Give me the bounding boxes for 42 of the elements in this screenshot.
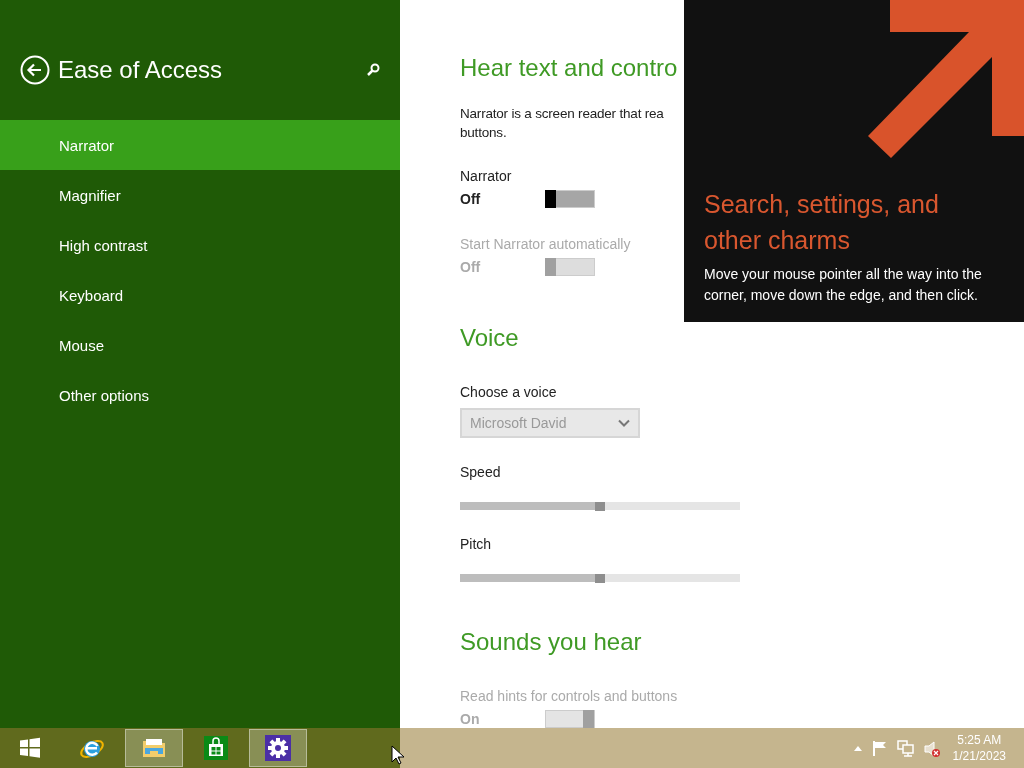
- toggle-switch[interactable]: [545, 190, 595, 208]
- toggle-state: Off: [460, 191, 482, 207]
- store-icon: [203, 735, 229, 761]
- setting-label: Speed: [460, 464, 501, 482]
- slider-thumb[interactable]: [595, 574, 605, 583]
- setting-label: Choose a voice: [460, 384, 557, 402]
- slider-track[interactable]: [460, 574, 740, 582]
- taskbar-button[interactable]: [249, 729, 307, 767]
- flag-icon[interactable]: [871, 740, 887, 756]
- arrow-icon: [868, 0, 1024, 158]
- section-heading: Hear text and contro: [460, 54, 678, 83]
- nav-item[interactable]: Keyboard: [0, 270, 400, 320]
- description-text: buttons.: [460, 124, 508, 142]
- setting-label: Pitch: [460, 536, 492, 554]
- chevron-down-icon: [618, 419, 630, 427]
- toggle-switch[interactable]: [545, 710, 595, 728]
- muted-speaker-icon[interactable]: [923, 739, 941, 757]
- toggle-state: Off: [460, 259, 482, 275]
- nav-item[interactable]: Mouse: [0, 320, 400, 370]
- nav-item[interactable]: High contrast: [0, 220, 400, 270]
- tip-title: Search, settings, and other charms: [704, 189, 940, 256]
- slider-thumb[interactable]: [595, 502, 605, 511]
- toggle-state: On: [460, 711, 481, 727]
- start-icon: [17, 735, 43, 761]
- tip-text: Move your mouse pointer all the way into the corner, move down the edge, and then click.: [704, 265, 983, 305]
- setting-label: Read hints for controls and buttons: [460, 688, 678, 706]
- description-text: Narrator is a screen reader that rea: [460, 105, 665, 123]
- setting-label: Start Narrator automatically: [460, 236, 631, 254]
- gear-icon: [265, 735, 291, 761]
- nav-item[interactable]: Other options: [0, 370, 400, 420]
- setting-label: Narrator: [460, 168, 512, 186]
- slider-track[interactable]: [460, 502, 740, 510]
- pane-title: Ease of Access: [58, 56, 224, 84]
- toggle-switch[interactable]: [545, 258, 595, 276]
- nav-item[interactable]: Magnifier: [0, 170, 400, 220]
- toggle-thumb[interactable]: [545, 190, 556, 208]
- caret-up-icon[interactable]: [853, 745, 862, 751]
- back-button[interactable]: [20, 55, 50, 85]
- network-icon[interactable]: [896, 739, 914, 757]
- search-icon[interactable]: [366, 63, 380, 77]
- section-heading: Sounds you hear: [460, 628, 642, 657]
- section-heading: Voice: [460, 324, 519, 353]
